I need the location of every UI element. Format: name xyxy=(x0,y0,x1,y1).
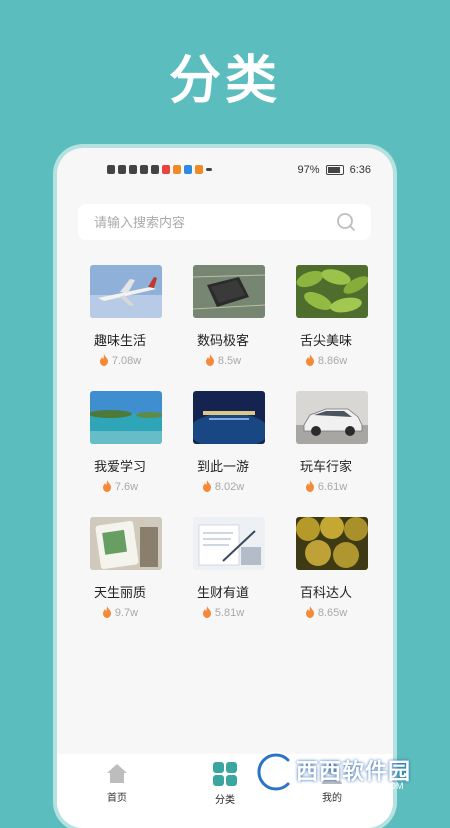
flame-icon xyxy=(102,480,111,492)
status-bar: 97% 6:36 xyxy=(57,162,393,182)
app-notification-icon xyxy=(184,165,192,174)
category-heat: 7.6w xyxy=(71,480,169,493)
category-heat: 8.02w xyxy=(174,480,272,493)
durian-thumbnail[interactable] xyxy=(296,517,368,570)
battery-percent: 97% xyxy=(297,164,320,176)
category-name: 我爱学习 xyxy=(93,460,146,475)
app-notification-icon xyxy=(162,165,170,174)
signal-icon xyxy=(118,165,126,174)
watermark-subtext: CR173.COM xyxy=(352,781,404,791)
flame-icon xyxy=(202,480,211,492)
heat-value: 7.08w xyxy=(111,355,142,367)
search-bar[interactable] xyxy=(78,204,371,240)
category-heat: 8.86w xyxy=(277,354,375,367)
category-name: 天生丽质 xyxy=(93,586,146,601)
status-icons xyxy=(107,165,212,174)
flame-icon xyxy=(305,480,314,492)
heat-value: 8.02w xyxy=(214,481,245,493)
wifi-icon xyxy=(140,165,148,174)
category-heat: 8.5w xyxy=(174,354,272,367)
heat-value: 8.86w xyxy=(317,355,348,367)
app-notification-icon xyxy=(151,165,159,174)
promo-title: 分类 xyxy=(168,51,281,111)
presentation-screen-thumbnail[interactable] xyxy=(193,391,265,444)
category-name: 数码极客 xyxy=(196,334,249,349)
search-input[interactable] xyxy=(92,212,326,234)
phone-frame: 97% 6:36 趣味生活 xyxy=(57,148,393,828)
status-right: 97% 6:36 xyxy=(298,164,371,176)
category-item[interactable]: 到此一游 8.02w xyxy=(174,382,272,508)
category-item[interactable]: 舌尖美味 8.86w xyxy=(277,256,375,382)
nav-category[interactable]: 分类 xyxy=(195,762,255,806)
clock-time: 6:36 xyxy=(349,164,371,176)
heat-value: 6.61w xyxy=(317,481,348,493)
heat-value: 9.7w xyxy=(114,607,139,619)
heat-value: 8.5w xyxy=(217,355,242,367)
product-bottle-thumbnail[interactable] xyxy=(90,517,162,570)
nav-category-label: 分类 xyxy=(215,795,235,806)
search-icon[interactable] xyxy=(335,211,357,233)
flame-icon xyxy=(205,354,214,366)
category-heat: 9.7w xyxy=(71,606,169,619)
white-suv-thumbnail[interactable] xyxy=(296,391,368,444)
nav-home[interactable]: 首页 xyxy=(87,762,147,804)
battery-icon xyxy=(325,165,344,175)
category-item[interactable]: 百科达人 8.65w xyxy=(277,508,375,634)
flame-icon xyxy=(102,606,111,618)
home-icon xyxy=(107,764,127,783)
grid-icon xyxy=(213,762,237,786)
hd-icon xyxy=(107,165,115,174)
category-name: 舌尖美味 xyxy=(299,334,352,349)
seaside-thumbnail[interactable] xyxy=(90,391,162,444)
category-item[interactable]: 天生丽质 9.7w xyxy=(71,508,169,634)
flame-icon xyxy=(305,354,314,366)
circuit-chip-thumbnail[interactable] xyxy=(193,265,265,318)
category-name: 生财有道 xyxy=(196,586,249,601)
flame-icon xyxy=(99,354,108,366)
category-grid: 趣味生活 7.08w 数码极客 8.5w 舌尖美味 8.86w 我爱学习 7.6… xyxy=(71,256,379,634)
airplane-thumbnail[interactable] xyxy=(90,265,162,318)
app-notification-icon xyxy=(173,165,181,174)
flame-icon xyxy=(305,606,314,618)
category-name: 玩车行家 xyxy=(299,460,352,475)
nav-home-label: 首页 xyxy=(107,793,127,804)
heat-value: 7.6w xyxy=(114,481,139,493)
category-item[interactable]: 我爱学习 7.6w xyxy=(71,382,169,508)
edamame-thumbnail[interactable] xyxy=(296,265,368,318)
category-heat: 7.08w xyxy=(71,354,169,367)
watermark: 西西软件园 CR173.COM xyxy=(252,752,432,792)
heat-value: 8.65w xyxy=(317,607,348,619)
heat-value: 5.81w xyxy=(214,607,245,619)
signal-4g-icon xyxy=(129,165,137,174)
category-item[interactable]: 生财有道 5.81w xyxy=(174,508,272,634)
shopping-cart-icon xyxy=(195,165,203,174)
category-name: 趣味生活 xyxy=(93,334,146,349)
category-item[interactable]: 趣味生活 7.08w xyxy=(71,256,169,382)
more-dots-icon xyxy=(206,168,212,171)
document-pen-thumbnail[interactable] xyxy=(193,517,265,570)
category-name: 百科达人 xyxy=(299,586,352,601)
category-heat: 6.61w xyxy=(277,480,375,493)
category-name: 到此一游 xyxy=(196,460,249,475)
category-item[interactable]: 数码极客 8.5w xyxy=(174,256,272,382)
watermark-logo-icon xyxy=(255,752,292,792)
category-item[interactable]: 玩车行家 6.61w xyxy=(277,382,375,508)
category-heat: 5.81w xyxy=(174,606,272,619)
category-heat: 8.65w xyxy=(277,606,375,619)
flame-icon xyxy=(202,606,211,618)
